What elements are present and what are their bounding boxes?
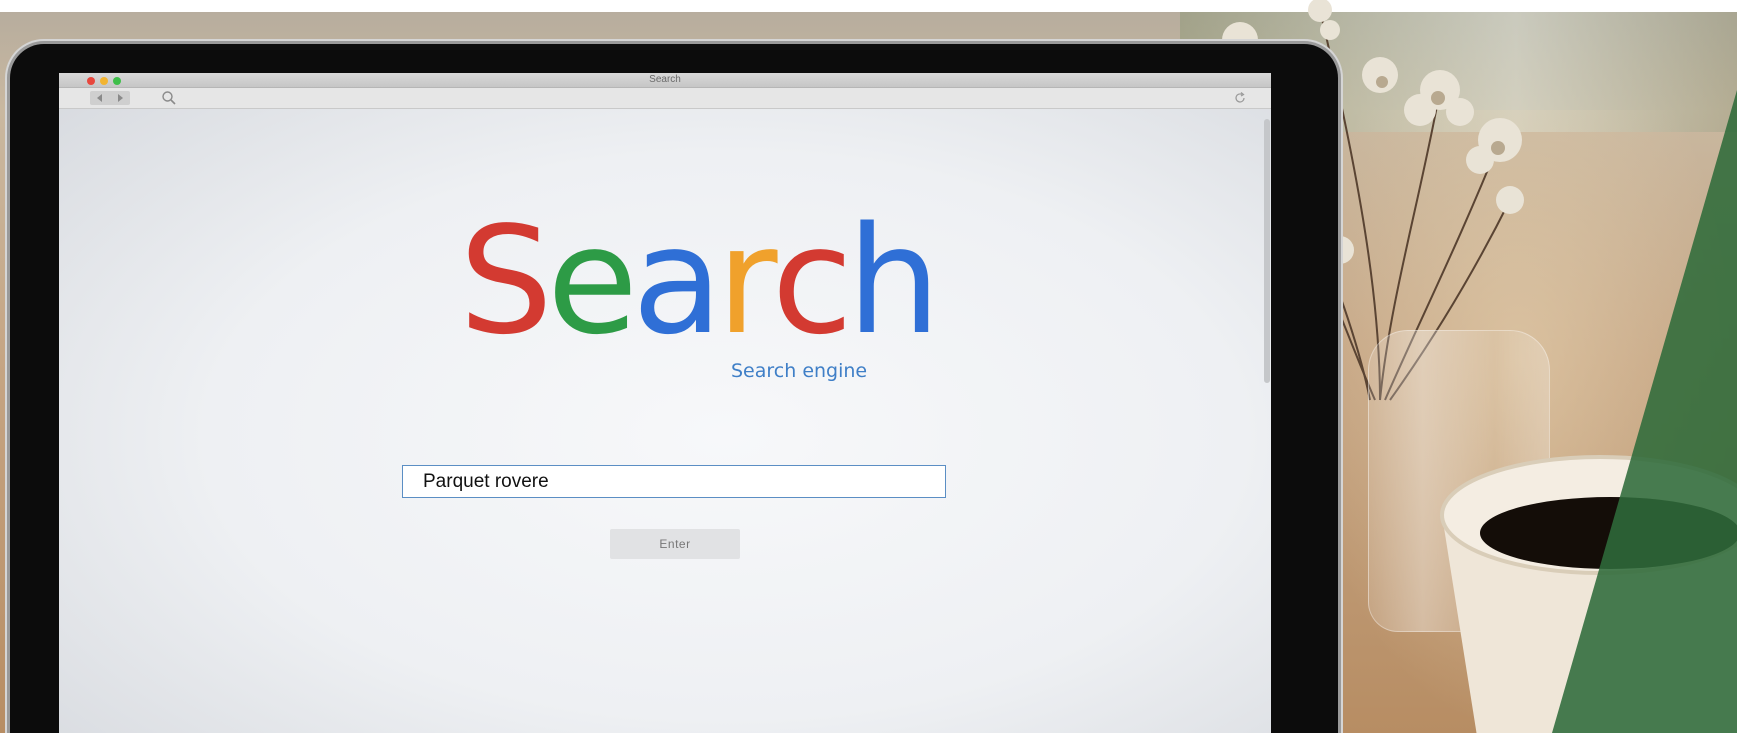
photo-scene: Search Search Search engine Parquet rove… [0, 0, 1737, 733]
green-overlay-shape [1552, 90, 1737, 733]
